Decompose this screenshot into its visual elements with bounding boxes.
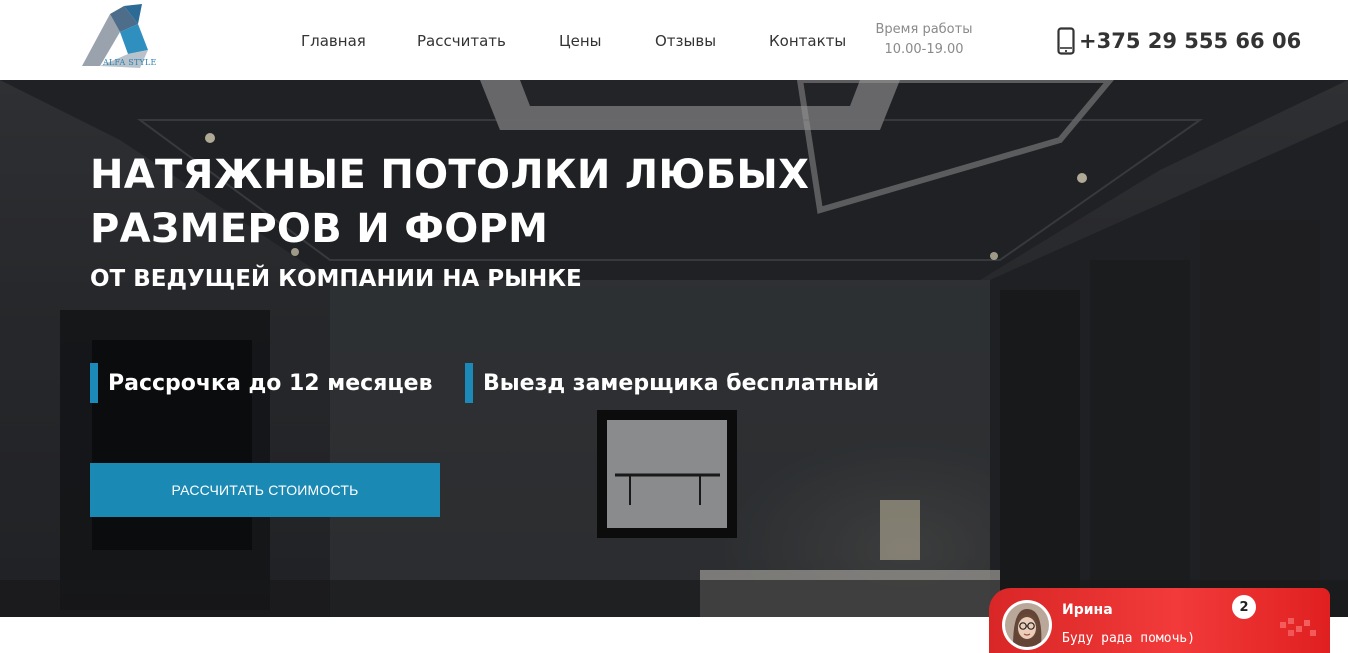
chat-widget[interactable]: Ирина Буду рада помочь) 2	[989, 588, 1330, 653]
feature-free-measurement: Выезд замерщика бесплатный	[465, 363, 879, 403]
operator-avatar-icon	[1005, 603, 1049, 647]
hero-subtitle: ОТ ВЕДУЩЕЙ КОМПАНИИ НА РЫНКЕ	[90, 266, 582, 292]
mobile-phone-icon	[1057, 27, 1075, 55]
feature-label: Выезд замерщика бесплатный	[483, 370, 879, 396]
chat-operator-name: Ирина	[1062, 602, 1113, 618]
work-hours: Время работы 10.00-19.00	[864, 20, 984, 60]
feature-installment: Рассрочка до 12 месяцев	[90, 363, 433, 403]
unread-count-badge: 2	[1232, 595, 1256, 619]
decorative-pattern-icon	[1280, 618, 1316, 636]
phone-number: +375 29 555 66 06	[1079, 29, 1302, 53]
nav-item-home[interactable]: Главная	[301, 32, 366, 50]
feature-accent-bar	[90, 363, 98, 403]
site-header: ALFA STYLE Главная Рассчитать Цены Отзыв…	[0, 0, 1348, 80]
nav-item-reviews[interactable]: Отзывы	[655, 32, 716, 50]
feature-label: Рассрочка до 12 месяцев	[108, 370, 433, 396]
chat-message: Буду рада помочь)	[1062, 631, 1196, 646]
work-hours-value: 10.00-19.00	[884, 42, 964, 57]
chat-avatar	[1002, 600, 1052, 650]
logo-text: ALFA STYLE	[103, 58, 157, 67]
work-hours-label: Время работы	[875, 22, 973, 37]
feature-accent-bar	[465, 363, 473, 403]
nav-item-calculate[interactable]: Рассчитать	[417, 32, 506, 50]
calculate-cost-button[interactable]: РАССЧИТАТЬ СТОИМОСТЬ	[90, 463, 440, 517]
nav-item-prices[interactable]: Цены	[559, 32, 602, 50]
phone-link[interactable]: +375 29 555 66 06	[1057, 26, 1301, 56]
hero-section: НАТЯЖНЫЕ ПОТОЛКИ ЛЮБЫХ РАЗМЕРОВ И ФОРМ О…	[0, 80, 1348, 617]
hero-title: НАТЯЖНЫЕ ПОТОЛКИ ЛЮБЫХ РАЗМЕРОВ И ФОРМ	[90, 152, 810, 252]
nav-item-contacts[interactable]: Контакты	[769, 32, 846, 50]
